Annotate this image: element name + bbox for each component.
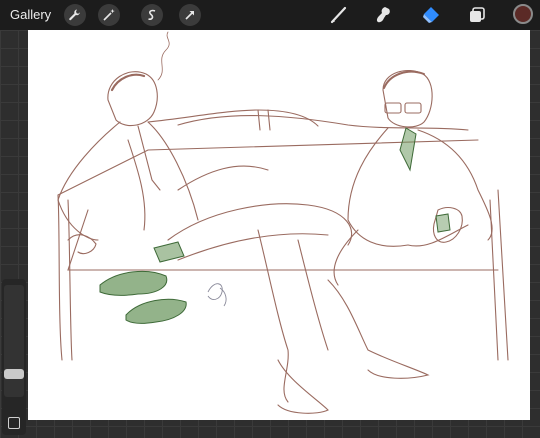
left-sidebar — [2, 279, 26, 435]
smudge-button[interactable] — [370, 3, 396, 27]
actions-button[interactable] — [64, 4, 86, 26]
eraser-button[interactable] — [418, 3, 444, 27]
brush-button[interactable] — [326, 3, 352, 27]
gallery-button[interactable]: Gallery — [10, 7, 51, 22]
drawing-canvas[interactable] — [28, 30, 530, 420]
brush-size-thumb[interactable] — [4, 369, 24, 379]
adjustments-button[interactable] — [98, 4, 120, 26]
transform-button[interactable] — [179, 4, 201, 26]
modify-button[interactable] — [8, 417, 20, 429]
sketch-artwork — [57, 31, 509, 414]
eraser-icon — [423, 7, 439, 23]
smudge-icon — [376, 7, 390, 23]
top-toolbar: Gallery — [0, 0, 540, 30]
color-swatch[interactable] — [513, 4, 533, 24]
layers-icon — [470, 7, 485, 22]
brush-size-slider[interactable] — [4, 285, 24, 397]
transform-arrow-icon — [185, 11, 194, 20]
brush-icon — [330, 6, 347, 24]
wrench-icon — [69, 9, 80, 21]
magic-wand-icon — [103, 9, 115, 21]
selection-icon — [148, 9, 156, 20]
selection-button[interactable] — [141, 4, 163, 26]
layers-button[interactable] — [464, 3, 490, 27]
